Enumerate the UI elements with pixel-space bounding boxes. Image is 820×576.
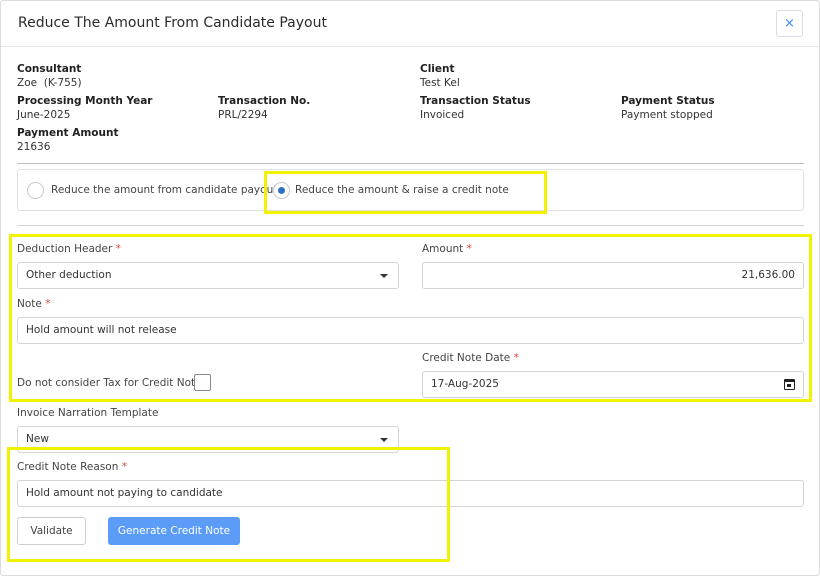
no-tax-checkbox[interactable]: [194, 374, 211, 391]
chevron-down-icon: [380, 438, 388, 442]
close-icon: ×: [784, 16, 795, 31]
credit-note-reason-label: Credit Note Reason *: [17, 461, 127, 473]
payment-amount-label: Payment Amount: [17, 127, 119, 139]
consultant-value: Zoe (K-755): [17, 77, 82, 89]
consultant-label: Consultant: [17, 63, 82, 75]
transaction-no-value: PRL/2294: [218, 109, 268, 121]
calendar-icon[interactable]: [784, 379, 795, 390]
narration-template-select[interactable]: New: [17, 426, 399, 453]
credit-note-reason-input[interactable]: Hold amount not paying to candidate: [17, 480, 804, 507]
note-input[interactable]: Hold amount will not release: [17, 317, 804, 344]
credit-note-date-label: Credit Note Date *: [422, 352, 519, 364]
amount-label: Amount *: [422, 243, 472, 255]
processing-month-value: June-2025: [17, 109, 71, 121]
radio-reduce-payout-label[interactable]: Reduce the amount from candidate payout: [51, 184, 277, 196]
transaction-no-label: Transaction No.: [218, 95, 311, 107]
deduction-mode-group: Reduce the amount from candidate payout …: [17, 169, 804, 211]
close-button[interactable]: ×: [776, 10, 803, 37]
generate-credit-note-button[interactable]: Generate Credit Note: [108, 517, 240, 545]
payment-amount-value: 21636: [17, 141, 51, 153]
modal-header: Reduce The Amount From Candidate Payout …: [1, 1, 819, 47]
credit-note-date-input[interactable]: 17-Aug-2025: [422, 371, 804, 398]
radio-raise-credit-note-label[interactable]: Reduce the amount & raise a credit note: [295, 184, 509, 196]
narration-template-value: New: [26, 433, 49, 445]
transaction-status-label: Transaction Status: [420, 95, 531, 107]
deduction-header-value: Other deduction: [26, 269, 112, 281]
amount-input[interactable]: 21,636.00: [422, 262, 804, 289]
validate-button[interactable]: Validate: [17, 517, 86, 545]
credit-note-modal: Reduce The Amount From Candidate Payout …: [0, 0, 820, 576]
processing-month-label: Processing Month Year: [17, 95, 153, 107]
no-tax-label: Do not consider Tax for Credit Note: [17, 377, 202, 389]
credit-note-date-value: 17-Aug-2025: [431, 378, 499, 390]
payment-status-label: Payment Status: [621, 95, 715, 107]
divider: [17, 163, 804, 164]
radio-raise-credit-note[interactable]: [273, 182, 290, 199]
deduction-header-select[interactable]: Other deduction: [17, 262, 399, 289]
modal-title: Reduce The Amount From Candidate Payout: [18, 15, 327, 31]
client-label: Client: [420, 63, 455, 75]
client-value: Test Kel: [420, 77, 460, 89]
divider: [17, 225, 804, 226]
transaction-status-value: Invoiced: [420, 109, 465, 121]
narration-template-label: Invoice Narration Template: [17, 407, 159, 419]
deduction-header-label: Deduction Header *: [17, 243, 121, 255]
chevron-down-icon: [380, 274, 388, 278]
radio-reduce-payout[interactable]: [27, 182, 44, 199]
payment-status-value: Payment stopped: [621, 109, 713, 121]
note-label: Note *: [17, 298, 51, 310]
